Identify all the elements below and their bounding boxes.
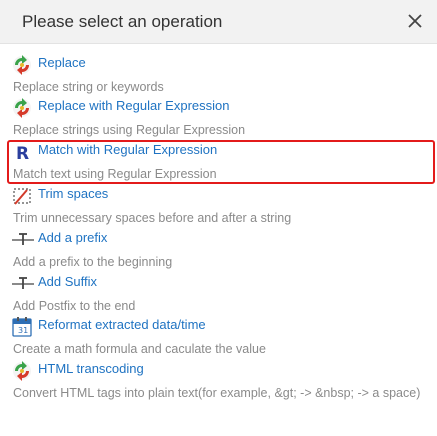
recycle-icon	[11, 360, 33, 382]
operation-item-html-transcoding[interactable]: HTML transcoding Convert HTML tags into …	[0, 360, 437, 404]
operation-description: Replace string or keywords	[13, 80, 164, 94]
operation-description: Match text using Regular Expression	[13, 167, 217, 181]
operation-title[interactable]: Replace with Regular Expression	[38, 98, 229, 113]
close-button[interactable]	[401, 7, 429, 35]
operation-item-match-regex[interactable]: R Match with Regular Expression Match te…	[0, 141, 437, 185]
operation-title[interactable]: Replace	[38, 55, 86, 70]
operation-title[interactable]: Trim spaces	[38, 186, 108, 201]
recycle-icon	[11, 97, 33, 119]
operation-title[interactable]: HTML transcoding	[38, 361, 144, 376]
operation-item-reformat-datetime[interactable]: 31 Reformat extracted data/time Create a…	[0, 316, 437, 360]
operation-description: Add Postfix to the end	[13, 299, 136, 313]
svg-text:R: R	[16, 144, 29, 163]
operation-description: Create a math formula and caculate the v…	[13, 342, 266, 356]
operation-title[interactable]: Add Suffix	[38, 274, 97, 289]
operation-item-trim-spaces[interactable]: Trim spaces Trim unnecessary spaces befo…	[0, 185, 437, 229]
calendar-icon: 31	[11, 316, 33, 338]
operation-dialog: Please select an operation Replace Repla…	[0, 0, 437, 436]
operation-description: Replace strings using Regular Expression	[13, 123, 246, 137]
text-insert-icon	[11, 229, 34, 251]
operation-description: Add a prefix to the beginning	[13, 255, 173, 269]
dialog-header: Please select an operation	[0, 0, 437, 44]
text-insert-icon	[11, 273, 34, 295]
recycle-icon	[11, 54, 33, 76]
svg-text:31: 31	[18, 326, 28, 335]
operation-description: Convert HTML tags into plain text(for ex…	[13, 386, 421, 400]
operation-description: Trim unnecessary spaces before and after…	[13, 211, 292, 225]
operation-item-add-prefix[interactable]: Add a prefix Add a prefix to the beginni…	[0, 229, 437, 273]
dialog-title: Please select an operation	[22, 12, 223, 31]
operation-title[interactable]: Reformat extracted data/time	[38, 317, 206, 332]
trim-icon	[11, 185, 33, 207]
close-icon	[408, 14, 422, 28]
regex-r-icon: R	[11, 141, 33, 164]
operation-title[interactable]: Add a prefix	[38, 230, 107, 245]
operation-item-add-suffix[interactable]: Add Suffix Add Postfix to the end	[0, 273, 437, 317]
operation-item-replace-regex[interactable]: Replace with Regular Expression Replace …	[0, 97, 437, 141]
operation-item-replace[interactable]: Replace Replace string or keywords	[0, 54, 437, 98]
operation-title[interactable]: Match with Regular Expression	[38, 142, 217, 157]
